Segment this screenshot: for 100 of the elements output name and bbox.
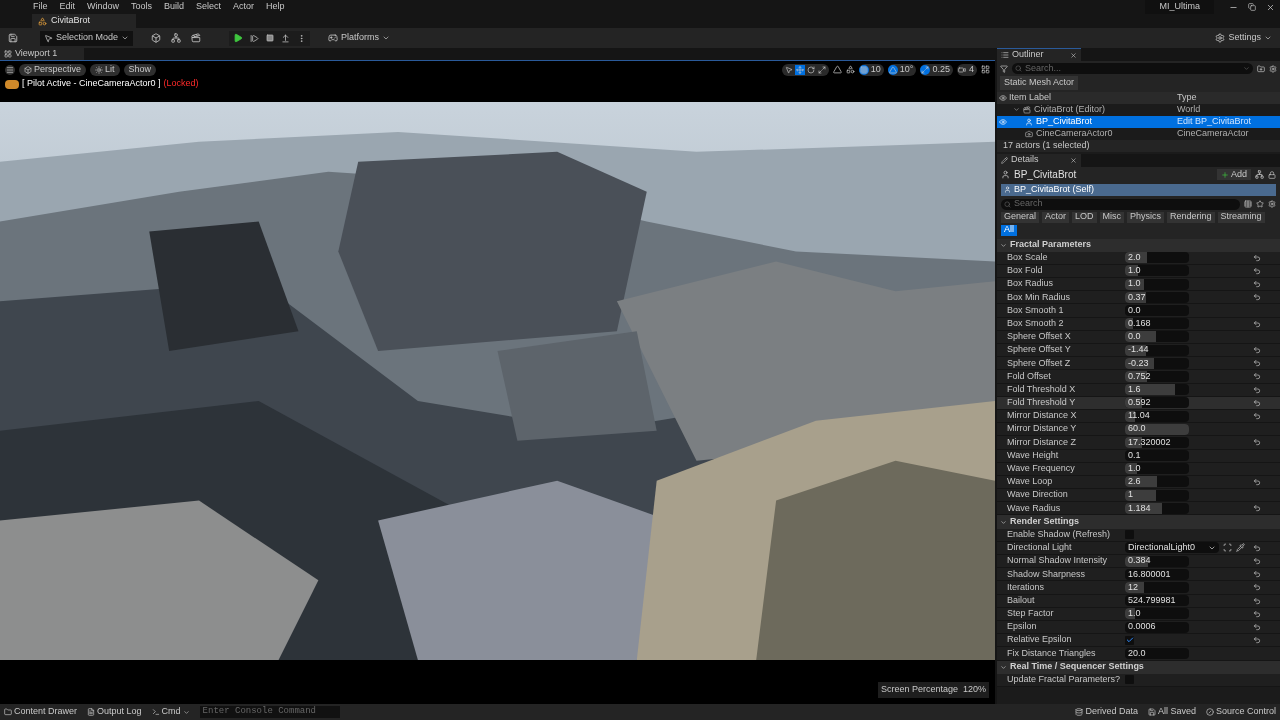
menu-item[interactable]: Build xyxy=(164,0,185,14)
reset-icon[interactable] xyxy=(1253,438,1261,447)
reset-icon[interactable] xyxy=(1253,280,1261,289)
outliner-row[interactable]: CineCameraActor0 CineCameraActor xyxy=(997,127,1280,140)
select-tool[interactable] xyxy=(783,64,794,75)
stop-icon[interactable] xyxy=(266,34,275,42)
menu-item[interactable]: Window xyxy=(87,0,120,14)
output-log-button[interactable]: Output Log xyxy=(87,705,142,719)
reset-icon[interactable] xyxy=(1253,385,1261,394)
browse-icon[interactable] xyxy=(1223,543,1232,553)
camera-snap[interactable]: 4 xyxy=(957,63,977,76)
number-field[interactable]: 2.6 xyxy=(1125,476,1189,488)
angle-snap[interactable]: 10° xyxy=(887,63,917,76)
checkbox[interactable] xyxy=(1125,530,1134,540)
save-status-button[interactable]: All Saved xyxy=(1147,705,1196,719)
project-tab[interactable]: CivitaBrot xyxy=(32,14,136,28)
menu-item[interactable]: Actor xyxy=(233,0,255,14)
console-field[interactable]: Enter Console Command xyxy=(199,706,340,718)
reset-icon[interactable] xyxy=(1253,609,1261,618)
text-field[interactable]: 0.0 xyxy=(1125,305,1189,317)
add-button[interactable]: Add xyxy=(1217,169,1251,180)
scale-tool[interactable] xyxy=(816,64,827,75)
view-button[interactable]: Show xyxy=(123,63,157,76)
eye-icon[interactable] xyxy=(999,117,1007,126)
number-field[interactable]: 1.0 xyxy=(1125,278,1189,290)
category-filter[interactable]: All xyxy=(1001,224,1017,236)
reset-icon[interactable] xyxy=(1253,583,1261,592)
eject-icon[interactable] xyxy=(281,33,291,43)
star-icon[interactable] xyxy=(1256,200,1264,208)
layout-icon[interactable] xyxy=(981,65,990,74)
menu-item[interactable]: Select xyxy=(196,0,222,14)
settings-button[interactable]: Settings xyxy=(1215,31,1272,45)
picker-icon[interactable] xyxy=(1236,543,1245,553)
close-button[interactable] xyxy=(1266,3,1275,12)
surface-snap-icon[interactable] xyxy=(832,65,842,74)
cinematics-icon[interactable] xyxy=(191,33,202,43)
number-field[interactable]: 0.0 xyxy=(1125,331,1189,343)
derived-data-button[interactable]: Derived Data xyxy=(1075,705,1138,719)
category-filter[interactable]: Streaming xyxy=(1217,211,1265,223)
category-filter[interactable]: Rendering xyxy=(1167,211,1215,223)
reset-icon[interactable] xyxy=(1253,266,1261,275)
column-header[interactable]: Type xyxy=(1177,90,1197,105)
reset-icon[interactable] xyxy=(1253,359,1261,368)
reset-icon[interactable] xyxy=(1253,293,1261,302)
number-field[interactable]: 1.6 xyxy=(1125,384,1189,396)
play-icon[interactable] xyxy=(233,33,244,43)
number-field[interactable]: -0.23 xyxy=(1125,357,1189,369)
text-field[interactable]: 524.799981 xyxy=(1125,595,1189,607)
cmd-button[interactable]: Cmd xyxy=(151,705,190,719)
platforms-dropdown[interactable]: Platforms xyxy=(328,31,391,45)
number-field[interactable]: 0.37 xyxy=(1125,291,1189,303)
menu-item[interactable]: Edit xyxy=(59,0,76,14)
number-field[interactable]: 0.168 xyxy=(1125,318,1189,330)
reset-icon[interactable] xyxy=(1253,253,1261,262)
rotate-tool[interactable] xyxy=(805,64,816,75)
reset-icon[interactable] xyxy=(1253,570,1261,579)
view-button[interactable]: Perspective xyxy=(19,63,87,76)
settings-icon[interactable] xyxy=(1269,64,1277,73)
reset-icon[interactable] xyxy=(1253,346,1261,355)
save-icon[interactable] xyxy=(8,33,18,43)
dropdown[interactable]: DirectionalLight0 xyxy=(1125,542,1219,554)
number-field[interactable]: 1.184 xyxy=(1125,502,1189,514)
scale-snap[interactable]: 0.25 xyxy=(920,63,953,76)
hierarchy-icon[interactable] xyxy=(1255,170,1264,179)
reset-icon[interactable] xyxy=(1253,398,1261,407)
number-field[interactable]: 1.0 xyxy=(1125,608,1189,620)
outliner-row[interactable]: BP_CivitaBrot Edit BP_CivitaBrot xyxy=(997,115,1280,128)
reset-icon[interactable] xyxy=(1253,636,1261,645)
category-filter[interactable]: Misc xyxy=(1099,211,1125,223)
close-tab-icon[interactable] xyxy=(1070,156,1077,164)
number-field[interactable]: 0.592 xyxy=(1125,397,1189,409)
source-control-button[interactable]: Source Control xyxy=(1205,705,1276,719)
reset-icon[interactable] xyxy=(1253,504,1261,513)
viewport-tab[interactable]: Viewport 1 xyxy=(0,48,84,60)
outliner-row[interactable]: CivitaBrot (Editor) World xyxy=(997,103,1280,116)
number-field[interactable]: 0.752 xyxy=(1125,370,1189,382)
mode-dropdown[interactable]: Selection Mode xyxy=(40,30,134,46)
number-field[interactable]: 2.0 xyxy=(1125,252,1189,264)
lock-icon[interactable] xyxy=(1268,170,1276,179)
close-tab-icon[interactable] xyxy=(1070,51,1077,59)
reset-icon[interactable] xyxy=(1253,372,1261,381)
number-field[interactable]: 12 xyxy=(1125,581,1189,593)
category-filter[interactable]: Physics xyxy=(1127,211,1165,223)
menu-item[interactable]: File xyxy=(33,0,48,14)
category-filter[interactable]: Actor xyxy=(1042,211,1070,223)
number-field[interactable]: 1.0 xyxy=(1125,265,1189,277)
folder-icon[interactable] xyxy=(1257,64,1265,73)
component-row[interactable]: BP_CivitaBrot (Self) xyxy=(1001,183,1276,196)
text-field[interactable]: 0.1 xyxy=(1125,450,1189,462)
content-drawer-button[interactable]: Content Drawer xyxy=(4,705,78,719)
filter-chip[interactable]: Static Mesh Actor xyxy=(1000,76,1079,90)
move-tool[interactable] xyxy=(794,64,805,75)
menu-item[interactable]: Help xyxy=(266,0,285,14)
section-header[interactable]: Render Settings xyxy=(997,515,1280,529)
category-filter[interactable]: LOD xyxy=(1072,211,1097,223)
view-button[interactable]: Lit xyxy=(90,63,120,76)
text-field[interactable]: 20.0 xyxy=(1125,647,1189,659)
text-field[interactable]: 16.800001 xyxy=(1125,568,1189,580)
reset-icon[interactable] xyxy=(1253,319,1261,328)
number-field[interactable]: 1 xyxy=(1125,489,1189,501)
